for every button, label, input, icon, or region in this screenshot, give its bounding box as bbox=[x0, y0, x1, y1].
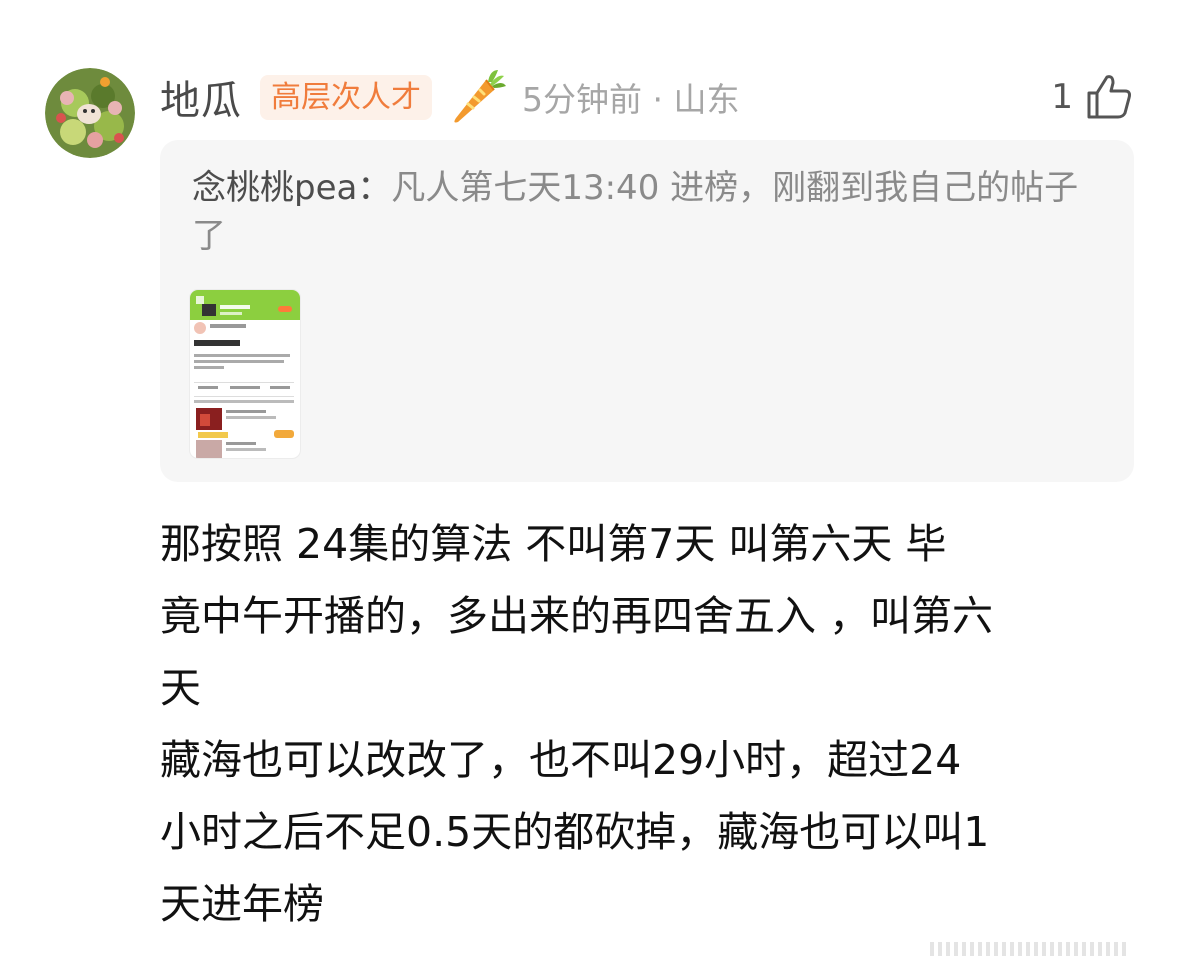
salad-avatar-icon bbox=[45, 68, 135, 158]
like-count: 1 bbox=[1051, 77, 1073, 117]
quoted-comment[interactable]: 念桃桃pea：凡人第七天13:40 进榜，刚翻到我自己的帖子了 bbox=[160, 140, 1134, 482]
time-location: 5分钟前 · 山东 bbox=[522, 80, 740, 119]
comment-body-line: 小时之后不足0.5天的都砍掉，藏海也可以叫1 bbox=[160, 808, 990, 856]
carrot-icon bbox=[454, 70, 506, 123]
comment-card: 地瓜 高层次人才 5分钟前 · 山东 1 念桃桃pea：凡人第七天13:40 进… bbox=[0, 0, 1179, 978]
comment-body-line: 天进年榜 bbox=[160, 880, 324, 928]
quote-image-thumbnail[interactable] bbox=[190, 290, 300, 458]
username[interactable]: 地瓜 bbox=[160, 68, 242, 126]
comment-body: 那按照 24集的算法 不叫第7天 叫第六天 毕 竟中午开播的，多出来的再四舍五入… bbox=[160, 508, 1150, 940]
avatar[interactable] bbox=[45, 68, 135, 158]
comment-body-line: 藏海也可以改改了，也不叫29小时，超过24 bbox=[160, 736, 962, 784]
thumbs-up-icon bbox=[1087, 75, 1131, 119]
comment-body-line: 天 bbox=[160, 664, 201, 712]
quote-text-block: 念桃桃pea：凡人第七天13:40 进榜，刚翻到我自己的帖子了 bbox=[192, 164, 1092, 260]
comment-header: 地瓜 高层次人才 5分钟前 · 山东 bbox=[160, 66, 739, 128]
screenshot-thumbnail-image bbox=[190, 290, 300, 458]
comment-body-line: 竟中午开播的，多出来的再四舍五入 ，叫第六 bbox=[160, 592, 994, 640]
comment-body-line: 那按照 24集的算法 不叫第7天 叫第六天 毕 bbox=[160, 520, 947, 568]
title-badge[interactable]: 高层次人才 bbox=[260, 74, 432, 120]
like-button[interactable]: 1 bbox=[1051, 66, 1135, 128]
watermark-dots bbox=[930, 942, 1130, 956]
quote-author[interactable]: 念桃桃pea： bbox=[192, 168, 391, 208]
